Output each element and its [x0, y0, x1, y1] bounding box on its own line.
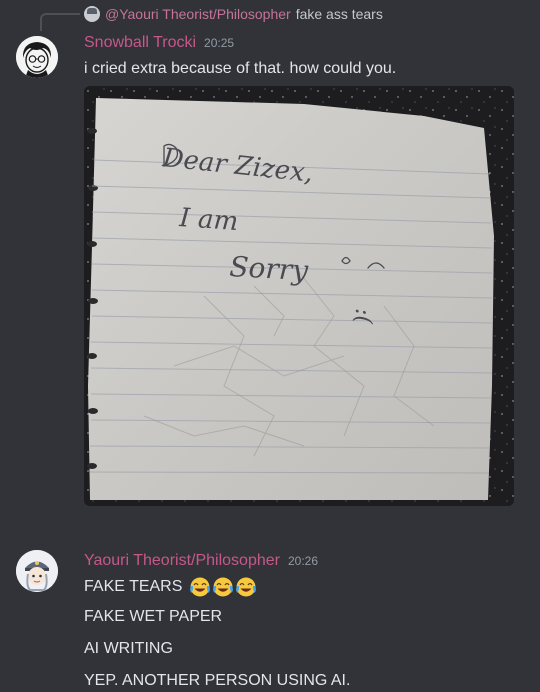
message-line-3: AI WRITING	[84, 640, 173, 657]
face-with-tears-of-joy-icon[interactable]	[235, 576, 257, 598]
timestamp[interactable]: 20:26	[288, 554, 318, 568]
reply-reference[interactable]: @Yaouri Theorist/Philosopher fake ass te…	[84, 4, 383, 24]
reply-text[interactable]: fake ass tears	[296, 6, 383, 22]
avatar-snowball-trocki[interactable]	[16, 36, 58, 78]
message-line-2: FAKE WET PAPER	[84, 608, 223, 625]
message-text: FAKE TEARS	[84, 578, 183, 596]
message-line-4: YEP. ANOTHER PERSON USING AI.	[84, 672, 351, 689]
message-header-2: Yaouri Theorist/Philosopher 20:26	[84, 552, 318, 570]
timestamp[interactable]: 20:25	[204, 36, 234, 50]
message-header-1: Snowball Trocki 20:25	[84, 34, 234, 52]
note-line-4: :(	[350, 308, 375, 324]
reply-avatar[interactable]	[84, 6, 100, 22]
note-line-3: Sorry	[229, 250, 310, 287]
face-with-tears-of-joy-icon[interactable]	[189, 576, 211, 598]
avatar-yaouri[interactable]	[16, 550, 58, 592]
message-line-1: FAKE TEARS	[84, 576, 257, 598]
note-line-2: I am	[178, 203, 240, 237]
reply-author[interactable]: @Yaouri Theorist/Philosopher	[105, 6, 291, 22]
author-name[interactable]: Yaouri Theorist/Philosopher	[84, 552, 280, 570]
emoji-group	[189, 576, 257, 598]
image-attachment[interactable]: Dear Zizex, I am Sorry :(	[84, 86, 514, 506]
author-name[interactable]: Snowball Trocki	[84, 34, 196, 52]
message-text: i cried extra because of that. how could…	[84, 60, 397, 77]
reply-connector	[40, 13, 80, 31]
face-with-tears-of-joy-icon[interactable]	[212, 576, 234, 598]
